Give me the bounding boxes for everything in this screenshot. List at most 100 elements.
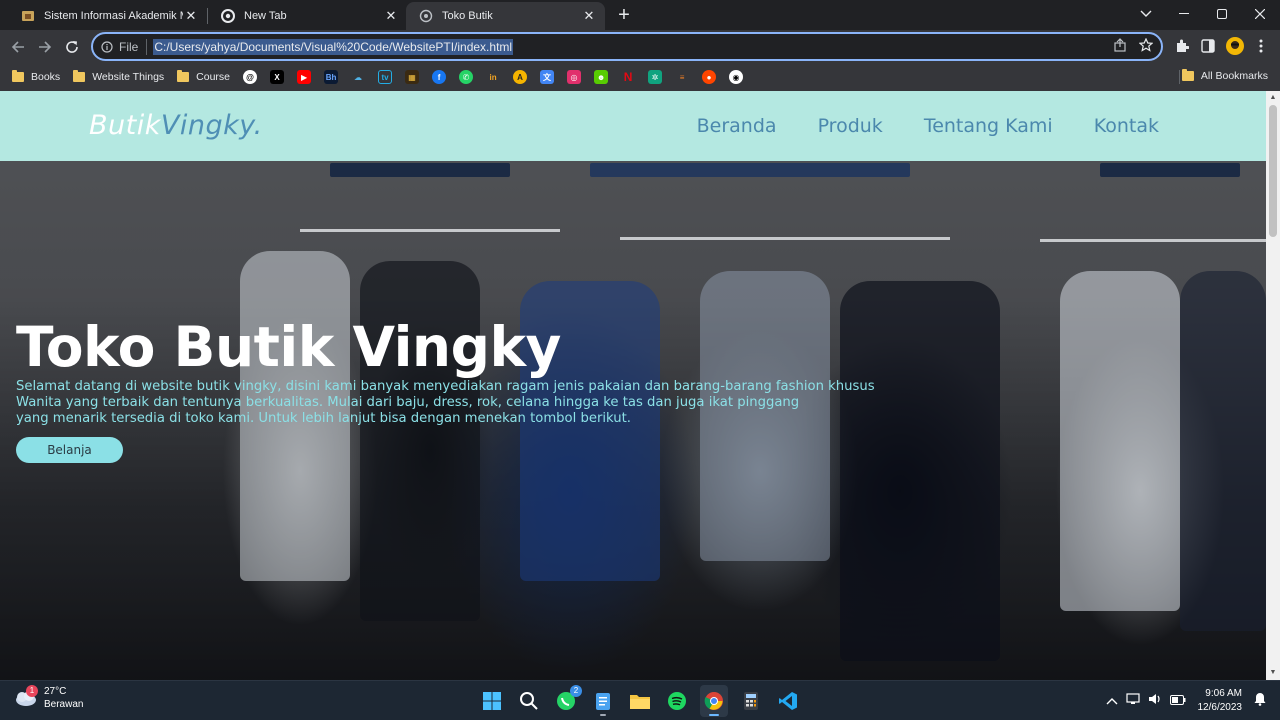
tab-toko-butik[interactable]: Toko Butik ✕ — [406, 2, 605, 30]
logo-part-2: Vingky. — [160, 110, 263, 141]
tab-title: New Tab — [244, 10, 287, 22]
scroll-down-arrow-icon[interactable]: ▼ — [1269, 669, 1277, 677]
info-icon — [101, 40, 113, 53]
globe-icon — [418, 8, 434, 24]
extensions-icon[interactable] — [1172, 36, 1192, 56]
hero-description: Selamat datang di website butik vingky, … — [16, 379, 896, 427]
nav-link-tentang-kami[interactable]: Tentang Kami — [924, 115, 1053, 137]
spotify-icon[interactable] — [663, 685, 691, 717]
reload-button[interactable] — [60, 35, 84, 59]
tab-sistem-informasi[interactable]: Sistem Informasi Akademik Mah ✕ — [8, 2, 207, 30]
file-explorer-icon[interactable] — [626, 685, 654, 717]
close-window-button[interactable] — [1241, 0, 1279, 28]
tab-new-tab[interactable]: New Tab ✕ — [208, 2, 407, 30]
clock[interactable]: 9:06 AM 12/6/2023 — [1198, 687, 1243, 715]
cloud-icon[interactable]: ☁ — [351, 70, 365, 84]
bookmark-label: Course — [196, 71, 231, 83]
logo-part-1: Butik — [89, 110, 161, 141]
chrome-icon — [220, 8, 236, 24]
hero-line: Selamat datang di website butik vingky, … — [16, 379, 875, 394]
reddit-icon[interactable]: ● — [702, 70, 717, 84]
tab-search-chevron-icon[interactable] — [1127, 0, 1165, 28]
bookmark-folder-course[interactable]: Course — [177, 70, 231, 83]
all-bookmarks-button[interactable]: All Bookmarks — [1181, 69, 1268, 82]
chatgpt-icon[interactable]: ✲ — [648, 70, 663, 84]
scheme-label: File — [119, 39, 139, 54]
close-icon[interactable]: ✕ — [581, 8, 597, 24]
nav-links: Beranda Produk Tentang Kami Kontak — [697, 115, 1159, 137]
forward-button[interactable] — [33, 35, 57, 59]
search-icon[interactable] — [515, 685, 543, 717]
tab-title: Toko Butik — [442, 10, 493, 22]
github-icon[interactable]: ◉ — [729, 70, 744, 84]
app-icon[interactable]: ▦ — [405, 70, 420, 84]
instagram-icon[interactable]: ◎ — [567, 70, 582, 84]
chrome-app-icon[interactable] — [700, 685, 728, 717]
weather-temperature: 27°C — [44, 686, 67, 697]
translate-icon[interactable]: 文 — [540, 70, 555, 84]
profile-avatar[interactable] — [1225, 36, 1245, 56]
side-panel-icon[interactable] — [1198, 36, 1218, 56]
start-button[interactable] — [478, 685, 506, 717]
site-info[interactable]: File — [101, 40, 138, 54]
hero-title: Toko Butik Vingky — [16, 315, 561, 379]
nav-link-kontak[interactable]: Kontak — [1094, 115, 1159, 137]
stack-icon[interactable]: ≡ — [675, 70, 689, 84]
scroll-up-arrow-icon[interactable]: ▲ — [1269, 94, 1277, 102]
shelf-clothes — [330, 163, 510, 177]
weather-description: Berawan — [44, 699, 84, 710]
close-icon[interactable]: ✕ — [383, 8, 399, 24]
bilibili-icon[interactable]: tv — [378, 70, 393, 84]
divider — [1179, 70, 1180, 84]
whatsapp-icon[interactable]: ✆ — [459, 70, 474, 84]
bookmark-label: Books — [31, 71, 61, 83]
volume-icon[interactable] — [1148, 692, 1162, 710]
netflix-icon[interactable]: N — [621, 70, 635, 84]
clothing-rack — [300, 229, 560, 232]
belanja-button[interactable]: Belanja — [16, 437, 123, 463]
hero-line: yang menarik tersedia di toko kami. Untu… — [16, 411, 632, 426]
facebook-icon[interactable]: f — [432, 70, 447, 84]
notification-bell-icon[interactable] — [1254, 692, 1266, 711]
page-viewport: ButikVingky. Beranda Produk Tentang Kami… — [0, 91, 1280, 680]
site-logo[interactable]: ButikVingky. — [89, 110, 263, 141]
bookmark-star-icon[interactable] — [1138, 37, 1154, 57]
weather-widget[interactable]: 1 27°C Berawan — [14, 685, 84, 710]
share-icon[interactable] — [1113, 38, 1127, 57]
address-bar[interactable]: File C:/Users/yahya/Documents/Visual%20C… — [91, 32, 1163, 61]
minimize-button[interactable] — [1165, 0, 1203, 28]
x-icon[interactable]: X — [270, 70, 285, 84]
threads-icon[interactable]: @ — [243, 70, 258, 84]
scroll-thumb[interactable] — [1269, 105, 1277, 237]
bookmark-folder-books[interactable]: Books — [12, 70, 61, 83]
back-button[interactable] — [6, 35, 30, 59]
garment — [840, 281, 1000, 661]
chevron-up-icon[interactable] — [1106, 692, 1118, 710]
battery-icon[interactable] — [1169, 692, 1186, 710]
tab-title: Sistem Informasi Akademik Mah — [44, 10, 183, 22]
nav-link-produk[interactable]: Produk — [818, 115, 883, 137]
youtube-icon[interactable]: ▶ — [297, 70, 312, 84]
duolingo-icon[interactable]: ☻ — [594, 70, 609, 84]
nav-link-beranda[interactable]: Beranda — [697, 115, 777, 137]
close-icon[interactable]: ✕ — [183, 8, 199, 24]
clock-time: 9:06 AM — [1205, 688, 1242, 699]
url-text[interactable]: C:/Users/yahya/Documents/Visual%20Code/W… — [153, 38, 514, 55]
bh-icon[interactable]: Bh — [324, 70, 339, 84]
notepad-app-icon[interactable] — [589, 685, 617, 717]
linkedin-icon[interactable]: in — [486, 70, 500, 84]
network-icon[interactable] — [1125, 692, 1140, 710]
a-icon[interactable]: A — [513, 70, 528, 84]
bookmark-folder-website-things[interactable]: Website Things — [73, 70, 165, 83]
new-tab-button[interactable]: + — [612, 4, 636, 26]
vscode-icon[interactable] — [774, 685, 802, 717]
notification-badge: 2 — [570, 685, 582, 697]
whatsapp-app-icon[interactable]: 2 — [552, 685, 582, 717]
maximize-button[interactable] — [1203, 0, 1241, 28]
menu-kebab-icon[interactable] — [1251, 36, 1271, 56]
page-scrollbar[interactable]: ▲ ▼ — [1266, 91, 1280, 680]
shelf-clothes — [590, 163, 910, 177]
calculator-icon[interactable] — [737, 685, 765, 717]
folder-icon — [73, 70, 86, 82]
bookmark-label: Website Things — [92, 71, 165, 83]
